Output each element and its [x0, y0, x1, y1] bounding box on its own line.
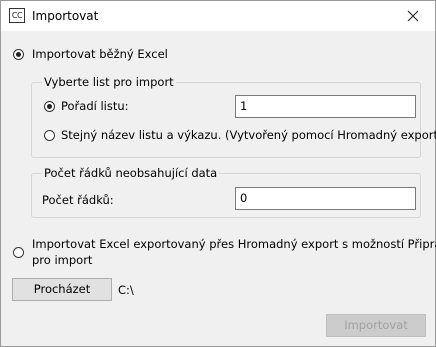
same-name-radio[interactable]: [44, 130, 55, 141]
import-button[interactable]: Importovat: [326, 314, 426, 337]
app-icon: CC: [9, 8, 25, 23]
import-regular-excel-label[interactable]: Importovat běžný Excel: [32, 47, 168, 61]
empty-rows-legend: Počet řádků neobsahující data: [42, 166, 220, 180]
same-name-label[interactable]: Stejný název listu a výkazu. (Vytvořený …: [61, 128, 436, 142]
dialog-content: Importovat běžný Excel Vyberte list pro …: [1, 31, 436, 346]
close-icon: [407, 10, 419, 22]
window-title: Importovat: [32, 9, 99, 23]
empty-rows-group: Počet řádků neobsahující data Počet řádk…: [31, 166, 421, 218]
sheet-order-radio[interactable]: [44, 101, 55, 112]
title-bar: CC Importovat: [1, 1, 435, 31]
sheet-order-label[interactable]: Pořadí listu:: [61, 99, 129, 113]
browse-path: C:\: [118, 283, 134, 297]
import-bulk-export-radio[interactable]: [13, 247, 24, 258]
close-button[interactable]: [391, 1, 435, 31]
browse-button[interactable]: Procházet: [12, 278, 112, 301]
rows-count-input[interactable]: 0: [235, 187, 416, 210]
import-regular-excel-radio[interactable]: [13, 49, 24, 60]
sheet-select-group: Vyberte list pro import Pořadí listu: 1 …: [31, 75, 436, 158]
sheet-order-input[interactable]: 1: [235, 95, 416, 118]
import-dialog: CC Importovat Importovat běžný Excel Vyb…: [0, 0, 436, 347]
import-bulk-export-label-line1[interactable]: Importovat Excel exportovaný přes Hromad…: [32, 237, 436, 251]
sheet-select-legend: Vyberte list pro import: [42, 75, 176, 89]
rows-count-label: Počet řádků:: [42, 193, 114, 207]
import-bulk-export-label-line2[interactable]: pro import: [32, 253, 92, 267]
